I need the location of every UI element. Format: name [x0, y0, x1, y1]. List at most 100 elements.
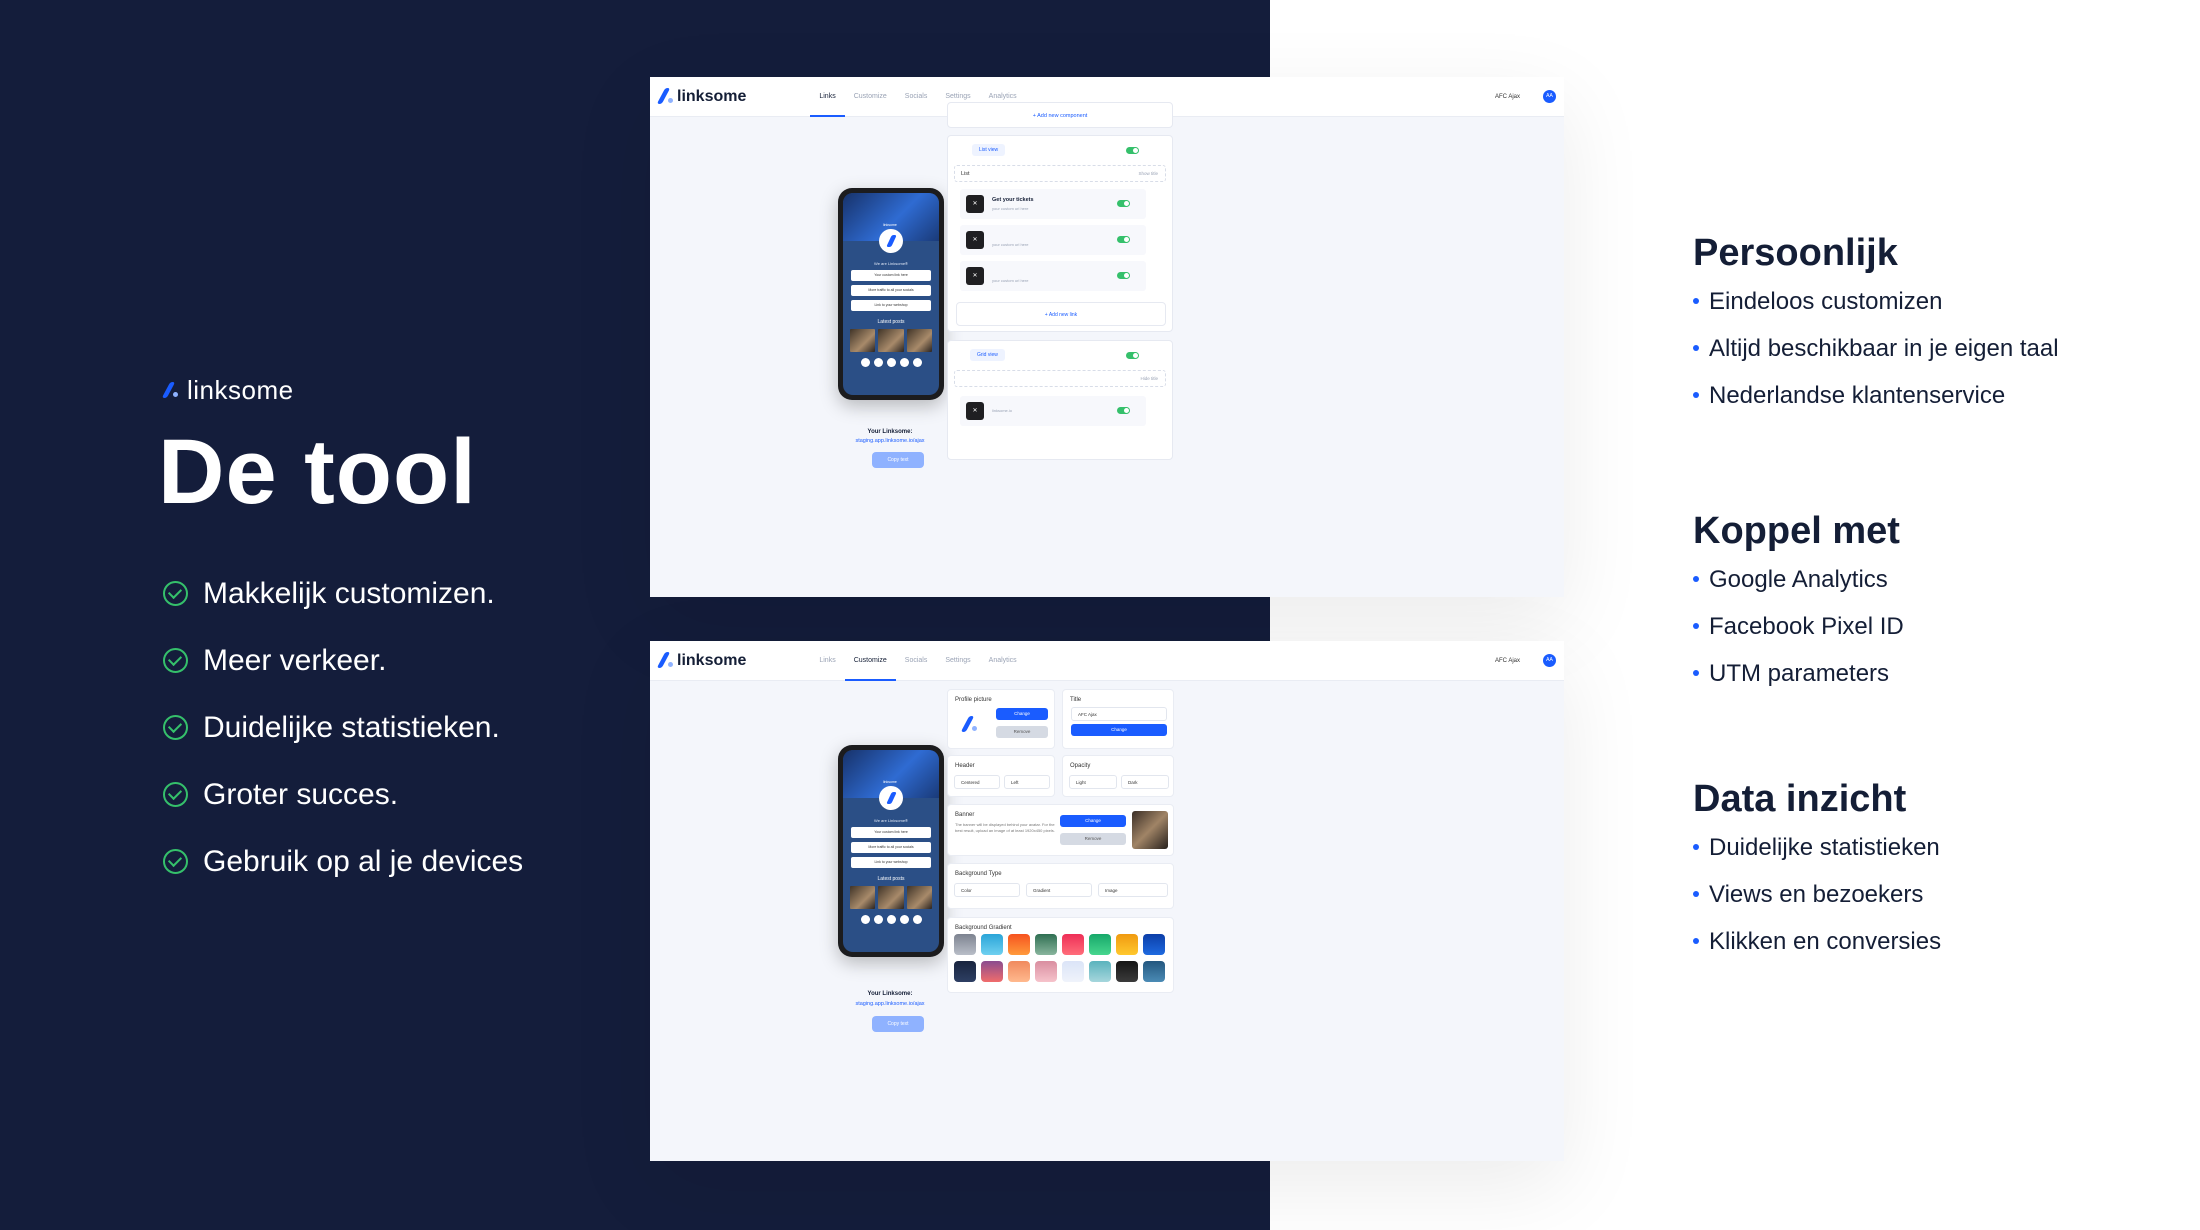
background-type-card: Background Type Color Gradient Image — [947, 863, 1174, 909]
item-thumbnail: ✕ — [966, 267, 984, 285]
gradient-swatches — [954, 934, 1165, 982]
preview-posts — [850, 329, 932, 352]
preview-posts — [850, 886, 932, 909]
gradient-swatch[interactable] — [954, 934, 976, 955]
list-view-select[interactable]: List view — [972, 144, 1006, 156]
preview-link-button: More traffic to all your socials — [851, 285, 931, 296]
grid-visibility-toggle[interactable] — [1126, 352, 1139, 359]
title-input[interactable]: AFC Ajax — [1071, 707, 1167, 721]
item-toggle[interactable] — [1117, 272, 1130, 279]
phone-preview: linksome We are Linksome® Your custom li… — [838, 745, 944, 957]
item-toggle[interactable] — [1117, 407, 1130, 414]
bullet-icon — [1693, 623, 1699, 629]
bullet-icon — [1693, 345, 1699, 351]
list-item[interactable]: ✕ your custom url here — [960, 225, 1146, 255]
app-logo[interactable]: linksome — [658, 88, 746, 106]
gradient-swatch[interactable] — [1008, 961, 1030, 982]
copy-text-button[interactable]: Copy text — [872, 452, 924, 468]
account-switcher[interactable]: AFC Ajax — [1495, 94, 1520, 100]
gradient-swatch[interactable] — [1116, 961, 1138, 982]
bullet-icon — [1693, 844, 1699, 850]
gradient-swatch[interactable] — [954, 961, 976, 982]
hero-title: De tool — [158, 421, 477, 523]
tab-analytics[interactable]: Analytics — [980, 641, 1026, 680]
preview-link-button: Your custom link here — [851, 270, 931, 281]
bullet-item: Facebook Pixel ID — [1693, 612, 1904, 659]
preview-link-button: More traffic to all your socials — [851, 842, 931, 853]
tab-socials[interactable]: Socials — [896, 77, 937, 116]
change-banner-button[interactable]: Change — [1060, 815, 1126, 827]
remove-banner-button[interactable]: Remove — [1060, 833, 1126, 845]
linksome-url[interactable]: staging.app.linksome.io/ajax — [820, 438, 960, 444]
gradient-swatch[interactable] — [981, 961, 1003, 982]
gradient-swatch[interactable] — [1035, 934, 1057, 955]
bullet-item: Eindeloos customizen — [1693, 287, 2059, 334]
grid-view-select[interactable]: Grid view — [970, 349, 1005, 361]
check-circle-icon — [163, 849, 188, 874]
bullet-icon — [1693, 576, 1699, 582]
tab-links[interactable]: Links — [810, 77, 846, 117]
gradient-swatch[interactable] — [1143, 934, 1165, 955]
gradient-swatch[interactable] — [1062, 961, 1084, 982]
gradient-swatch[interactable] — [981, 934, 1003, 955]
bg-gradient-option[interactable]: Gradient — [1026, 883, 1092, 897]
tab-links[interactable]: Links — [810, 641, 844, 680]
links-screenshot: linksome Links Customize Socials Setting… — [650, 77, 1564, 597]
list-item[interactable]: ✕ your custom url here — [960, 261, 1146, 291]
bg-image-option[interactable]: Image — [1098, 883, 1168, 897]
gradient-swatch[interactable] — [1089, 961, 1111, 982]
linksome-logo-icon — [658, 88, 673, 106]
banner-description: The banner will be displayed behind your… — [955, 822, 1055, 833]
add-link-button[interactable]: + Add new link — [956, 302, 1166, 326]
change-profile-button[interactable]: Change — [996, 708, 1048, 720]
profile-picture-icon — [962, 716, 977, 734]
gradient-swatch[interactable] — [1035, 961, 1057, 982]
feature-list: Makkelijk customizen. Meer verkeer. Duid… — [163, 560, 523, 895]
remove-profile-button[interactable]: Remove — [996, 726, 1048, 738]
gradient-swatch[interactable] — [1116, 934, 1138, 955]
opacity-light-option[interactable]: Light — [1069, 775, 1117, 789]
brand-name: linksome — [187, 375, 294, 405]
preview-social-icons — [843, 915, 939, 924]
list-visibility-toggle[interactable] — [1126, 147, 1139, 154]
opacity-dark-option[interactable]: Dark — [1121, 775, 1169, 789]
gradient-swatch[interactable] — [1089, 934, 1111, 955]
tab-customize[interactable]: Customize — [844, 641, 896, 681]
check-circle-icon — [163, 648, 188, 673]
bg-color-option[interactable]: Color — [954, 883, 1020, 897]
preview-link-button: Your custom link here — [851, 827, 931, 838]
gradient-swatch[interactable] — [1143, 961, 1165, 982]
gradient-swatch[interactable] — [1062, 934, 1084, 955]
tab-settings[interactable]: Settings — [936, 641, 979, 680]
tab-customize[interactable]: Customize — [845, 77, 896, 116]
change-title-button[interactable]: Change — [1071, 724, 1167, 736]
account-switcher[interactable]: AFC Ajax — [1495, 658, 1520, 664]
header-card: Header Centered Left — [947, 755, 1055, 797]
avatar[interactable]: AA — [1543, 654, 1556, 667]
header-centered-option[interactable]: Centered — [954, 775, 1000, 789]
linksome-logo-icon — [658, 652, 673, 670]
bullet-item: Klikken en conversies — [1693, 927, 1941, 974]
item-toggle[interactable] — [1117, 236, 1130, 243]
preview-banner: linksome — [843, 193, 939, 253]
gradient-swatch[interactable] — [1008, 934, 1030, 955]
linksome-url[interactable]: staging.app.linksome.io/ajax — [820, 1001, 960, 1007]
list-title-input[interactable]: List Show title — [954, 165, 1166, 182]
grid-item[interactable]: ✕ linksome.io — [960, 396, 1146, 426]
list-item[interactable]: ✕ Get your tickets your custom url here — [960, 189, 1146, 219]
grid-title-input[interactable]: Hide title — [954, 370, 1166, 387]
opacity-card: Opacity Light Dark — [1062, 755, 1174, 797]
tab-socials[interactable]: Socials — [896, 641, 937, 680]
preview-section-title: Latest posts — [877, 876, 905, 882]
preview-social-icons — [843, 358, 939, 367]
add-component-button[interactable]: + Add new component — [947, 102, 1173, 128]
bullet-item: Altijd beschikbaar in je eigen taal — [1693, 334, 2059, 381]
copy-text-button[interactable]: Copy text — [872, 1016, 924, 1032]
app-logo[interactable]: linksome — [658, 652, 746, 670]
section-persoonlijk: Persoonlijk Eindeloos customizen Altijd … — [1693, 232, 2059, 428]
preview-banner: linksome — [843, 750, 939, 810]
header-left-option[interactable]: Left — [1004, 775, 1050, 789]
avatar[interactable]: AA — [1543, 90, 1556, 103]
item-toggle[interactable] — [1117, 200, 1130, 207]
bullet-item: UTM parameters — [1693, 659, 1904, 706]
